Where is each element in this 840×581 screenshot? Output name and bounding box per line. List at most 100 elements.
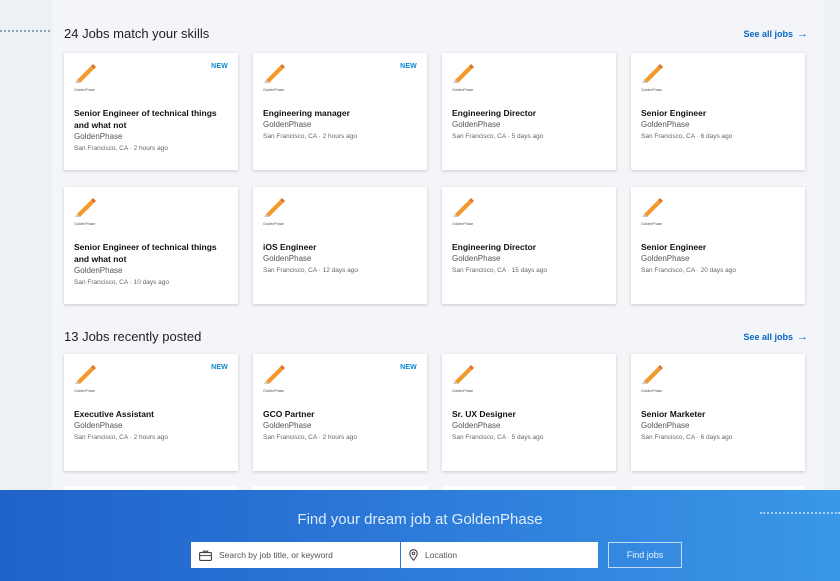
jobs-panel: 24 Jobs match your skills See all jobs →… — [52, 0, 824, 490]
company-name: GoldenPhase — [641, 421, 690, 430]
job-card[interactable]: GoldenPhase NEW Senior Engineer of technic… — [64, 53, 238, 170]
company-logo — [452, 364, 476, 388]
section-title-recent: 13 Jobs recently posted — [64, 329, 202, 344]
job-card[interactable]: GoldenPhase Senior Marketer GoldenPhase San… — [631, 354, 805, 471]
job-location-time: San Francisco, CA · 2 hours ago — [74, 145, 168, 152]
company-logo-text: GoldenPhase — [263, 222, 285, 226]
decorative-dots-left — [0, 30, 58, 32]
company-name: GoldenPhase — [263, 120, 312, 129]
job-grid-matches: GoldenPhase NEW Senior Engineer of technic… — [64, 53, 805, 304]
job-title[interactable]: Senior Engineer — [641, 241, 795, 253]
job-card[interactable]: GoldenPhase Engineering Director GoldenPha… — [442, 187, 616, 304]
company-logo-text: GoldenPhase — [641, 222, 663, 226]
company-name: GoldenPhase — [641, 120, 690, 129]
location-field[interactable] — [401, 542, 598, 568]
banner-title: Find your dream job at GoldenPhase — [297, 511, 543, 528]
job-location-time: San Francisco, CA · 6 days ago — [641, 434, 733, 441]
company-logo-text: GoldenPhase — [452, 389, 474, 393]
new-badge: NEW — [400, 63, 417, 70]
job-card[interactable]: GoldenPhase Engineering Director GoldenPha… — [442, 53, 616, 170]
company-name: GoldenPhase — [74, 132, 123, 141]
job-search-banner: Find your dream job at GoldenPhase Find … — [0, 490, 840, 581]
keyword-search-field[interactable] — [191, 542, 400, 568]
company-name: GoldenPhase — [641, 254, 690, 263]
job-title[interactable]: iOS Engineer — [263, 241, 417, 253]
company-logo — [74, 63, 98, 87]
job-card[interactable]: GoldenPhase Senior Engineer GoldenPhase San… — [631, 53, 805, 170]
decorative-dots-right — [760, 512, 840, 514]
job-location-time: San Francisco, CA · 10 days ago — [74, 279, 170, 286]
company-name: GoldenPhase — [452, 254, 501, 263]
job-card[interactable]: GoldenPhase Senior Engineer of technical … — [64, 187, 238, 304]
see-all-label: See all jobs — [743, 28, 793, 39]
job-title[interactable]: Senior Engineer of technical things and … — [74, 107, 228, 131]
company-name: GoldenPhase — [263, 254, 312, 263]
company-logo-text: GoldenPhase — [641, 389, 663, 393]
job-title[interactable]: Executive Assistant — [74, 408, 228, 420]
job-location-time: San Francisco, CA · 5 days ago — [452, 133, 544, 140]
job-location-time: San Francisco, CA · 5 days ago — [452, 434, 544, 441]
company-logo-text: GoldenPhase — [452, 222, 474, 226]
company-logo-text: GoldenPhase — [74, 88, 96, 92]
keyword-search-input[interactable] — [219, 550, 389, 560]
see-all-jobs-link-matches[interactable]: See all jobs → — [743, 28, 808, 40]
job-title[interactable]: Senior Engineer of technical things and … — [74, 241, 228, 265]
company-name: GoldenPhase — [452, 421, 501, 430]
job-title[interactable]: Senior Engineer — [641, 107, 795, 119]
section-title-matches: 24 Jobs match your skills — [64, 26, 210, 41]
company-name: GoldenPhase — [74, 421, 123, 430]
job-title[interactable]: Senior Marketer — [641, 408, 795, 420]
company-name: GoldenPhase — [74, 266, 123, 275]
location-input[interactable] — [425, 550, 595, 560]
job-location-time: San Francisco, CA · 12 days ago — [263, 267, 359, 274]
job-card[interactable]: GoldenPhase Sr. UX Designer GoldenPhase San… — [442, 354, 616, 471]
new-badge: NEW — [400, 364, 417, 371]
location-pin-icon — [409, 549, 418, 561]
company-logo — [452, 63, 476, 87]
company-name: GoldenPhase — [452, 120, 501, 129]
section-header-recent: 13 Jobs recently posted See all jobs → — [64, 329, 808, 344]
new-badge: NEW — [211, 364, 228, 371]
job-card[interactable]: GoldenPhase iOS Engineer GoldenPhase San Fr… — [253, 187, 427, 304]
find-jobs-button[interactable]: Find jobs — [608, 542, 682, 568]
company-logo-text: GoldenPhase — [452, 88, 474, 92]
see-all-label: See all jobs — [743, 331, 793, 342]
company-logo — [263, 63, 287, 87]
job-card[interactable]: GoldenPhase NEW Engineering manager GoldenP… — [253, 53, 427, 170]
arrow-right-icon: → — [797, 27, 808, 40]
see-all-jobs-link-recent[interactable]: See all jobs → — [743, 331, 808, 343]
company-name: GoldenPhase — [263, 421, 312, 430]
company-logo — [263, 364, 287, 388]
job-card[interactable]: GoldenPhase NEW Executive Assistant GoldenP… — [64, 354, 238, 471]
company-logo-text: GoldenPhase — [263, 88, 285, 92]
company-logo-text: GoldenPhase — [263, 389, 285, 393]
job-location-time: San Francisco, CA · 2 hours ago — [263, 434, 357, 441]
job-location-time: San Francisco, CA · 6 days ago — [641, 133, 733, 140]
company-logo-text: GoldenPhase — [74, 389, 96, 393]
section-header-matches: 24 Jobs match your skills See all jobs → — [64, 26, 808, 41]
job-title[interactable]: GCO Partner — [263, 408, 417, 420]
job-location-time: San Francisco, CA · 20 days ago — [641, 267, 737, 274]
company-logo — [641, 364, 665, 388]
job-grid-recent: GoldenPhase NEW Executive Assistant GoldenP… — [64, 354, 805, 471]
company-logo — [263, 197, 287, 221]
company-logo — [641, 63, 665, 87]
job-title[interactable]: Engineering Director — [452, 107, 606, 119]
job-title[interactable]: Engineering Director — [452, 241, 606, 253]
job-title[interactable]: Engineering manager — [263, 107, 417, 119]
job-location-time: San Francisco, CA · 2 hours ago — [263, 133, 357, 140]
briefcase-icon — [199, 550, 212, 561]
company-logo — [452, 197, 476, 221]
company-logo — [641, 197, 665, 221]
job-card[interactable]: GoldenPhase Senior Engineer GoldenPhase San… — [631, 187, 805, 304]
company-logo — [74, 364, 98, 388]
new-badge: NEW — [211, 63, 228, 70]
company-logo-text: GoldenPhase — [74, 222, 96, 226]
job-location-time: San Francisco, CA · 15 days ago — [452, 267, 548, 274]
job-card[interactable]: GoldenPhase NEW GCO Partner GoldenPhase San … — [253, 354, 427, 471]
job-title[interactable]: Sr. UX Designer — [452, 408, 606, 420]
job-location-time: San Francisco, CA · 2 hours ago — [74, 434, 168, 441]
company-logo-text: GoldenPhase — [641, 88, 663, 92]
company-logo — [74, 197, 98, 221]
arrow-right-icon: → — [797, 330, 808, 343]
